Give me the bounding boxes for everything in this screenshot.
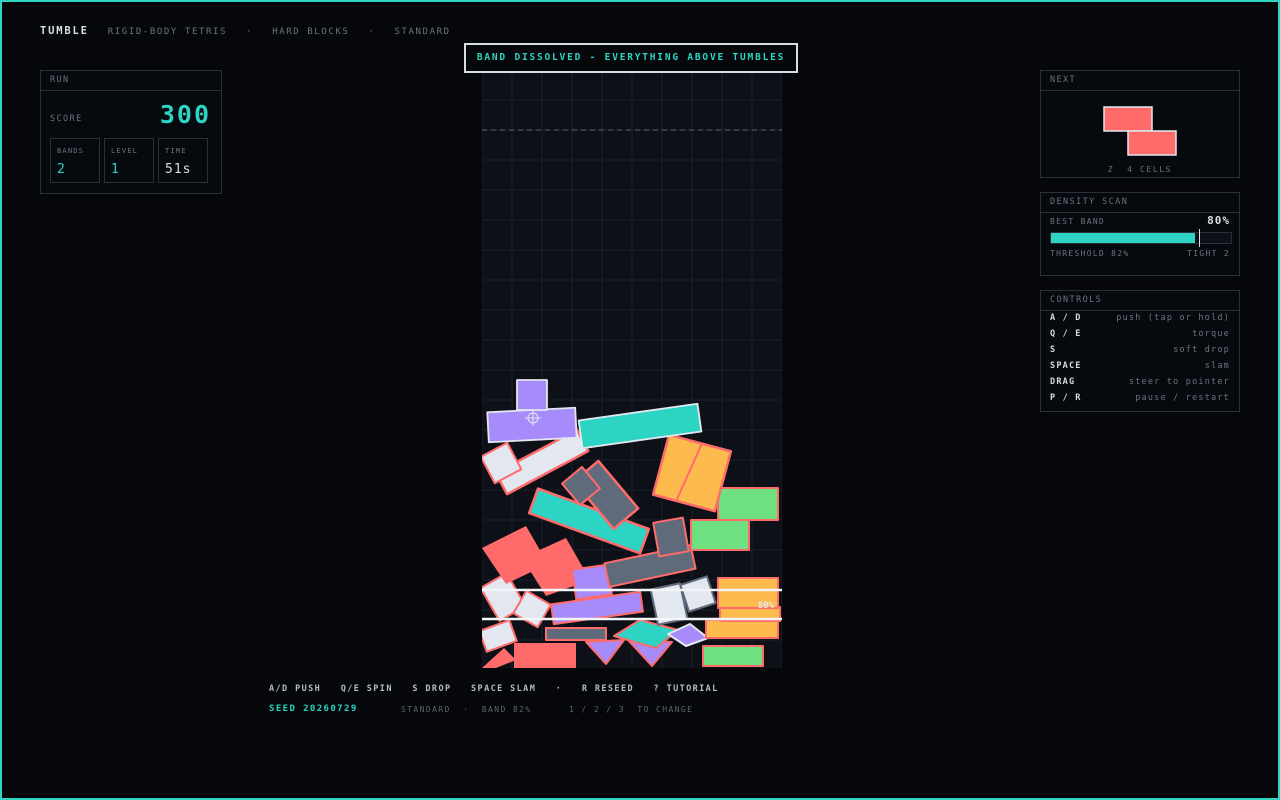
control-key: S xyxy=(1050,345,1057,355)
next-piece-name: Z xyxy=(1107,165,1115,174)
controls-panel-title: CONTROLS xyxy=(1041,291,1239,311)
status-banner: BAND DISSOLVED - EVERYTHING ABOVE TUMBLE… xyxy=(464,43,798,73)
level-value: 1 xyxy=(111,162,120,177)
time-stat: TIME 51s xyxy=(158,138,208,183)
title-separator: · xyxy=(368,27,376,37)
level-label: LEVEL xyxy=(111,147,139,155)
density-panel: DENSITY SCAN BEST BAND 80% THRESHOLD 82%… xyxy=(1040,192,1240,276)
time-label: TIME xyxy=(165,147,187,155)
control-key: SPACE xyxy=(1050,361,1082,371)
next-piece-preview xyxy=(1103,106,1177,156)
app-title: TUMBLE xyxy=(40,25,89,37)
control-action: push (tap or hold) xyxy=(1116,313,1230,323)
control-row: A / D push (tap or hold) xyxy=(1050,313,1230,325)
title-bar: TUMBLE RIGID-BODY TETRIS · HARD BLOCKS ·… xyxy=(40,25,451,37)
control-action: pause / restart xyxy=(1135,393,1230,403)
difficulty-label: HARD BLOCKS xyxy=(272,27,350,37)
next-panel-title: NEXT xyxy=(1041,71,1239,91)
mode-label: STANDARD xyxy=(394,27,451,37)
playfield-canvas[interactable]: 80% xyxy=(482,70,782,668)
best-band-percent: 80% xyxy=(1207,214,1230,227)
density-panel-title: DENSITY SCAN xyxy=(1041,193,1239,213)
control-key: Q / E xyxy=(1050,329,1082,339)
keyboard-help: A/D PUSH Q/E SPIN S DROP SPACE SLAM · R … xyxy=(269,684,719,694)
level-stat: LEVEL 1 xyxy=(104,138,154,183)
control-key: DRAG xyxy=(1050,377,1076,387)
control-action: soft drop xyxy=(1173,345,1230,355)
next-piece-cell xyxy=(1103,106,1153,132)
score-label: SCORE xyxy=(50,114,83,124)
control-action: steer to pointer xyxy=(1128,377,1230,387)
block-slate xyxy=(652,516,690,558)
score-value: 300 xyxy=(159,100,211,129)
run-panel: RUN SCORE 300 BANDS 2 LEVEL 1 TIME 51s xyxy=(40,70,222,194)
run-panel-title: RUN xyxy=(41,71,221,91)
block-orange xyxy=(705,619,779,639)
density-bar xyxy=(1050,229,1232,247)
change-mode-hint: 1 / 2 / 3 TO CHANGE xyxy=(569,705,694,714)
block-green xyxy=(717,487,779,521)
threshold-label: THRESHOLD 82% xyxy=(1050,249,1130,258)
tight-label: TIGHT 2 xyxy=(1187,249,1230,258)
seed-label[interactable]: SEED 20260729 xyxy=(269,704,358,714)
control-row: S soft drop xyxy=(1050,345,1230,357)
bands-stat: BANDS 2 xyxy=(50,138,100,183)
next-piece-caption: Z 4 CELLS xyxy=(1041,165,1239,174)
mode-info: STANDARD · BAND 82% xyxy=(401,705,532,714)
game-subtitle: RIGID-BODY TETRIS xyxy=(107,27,228,37)
controls-panel: CONTROLS A / D push (tap or hold) Q / E … xyxy=(1040,290,1240,412)
block-green xyxy=(702,645,764,667)
active-piece-violet[interactable] xyxy=(516,379,548,411)
density-bar-fill xyxy=(1051,233,1195,243)
control-row: SPACE slam xyxy=(1050,361,1230,373)
control-row: DRAG steer to pointer xyxy=(1050,377,1230,389)
control-action: torque xyxy=(1192,329,1230,339)
time-value: 51s xyxy=(165,162,192,177)
threshold-marker xyxy=(1198,229,1200,247)
bands-value: 2 xyxy=(57,162,66,177)
next-piece-cell xyxy=(1127,130,1177,156)
control-key: P / R xyxy=(1050,393,1082,403)
best-band-label: BEST BAND xyxy=(1050,217,1106,226)
block-coral xyxy=(514,643,576,668)
block-green xyxy=(690,519,750,551)
bands-label: BANDS xyxy=(57,147,85,155)
next-panel: NEXT Z 4 CELLS xyxy=(1040,70,1240,178)
next-piece-cells: 4 CELLS xyxy=(1127,165,1173,174)
control-row: Q / E torque xyxy=(1050,329,1230,341)
block-slate xyxy=(545,627,607,641)
playfield[interactable]: 80% xyxy=(482,70,782,668)
title-separator: · xyxy=(246,27,254,37)
control-key: A / D xyxy=(1050,313,1082,323)
band-density-label: 80% xyxy=(758,601,775,611)
control-row: P / R pause / restart xyxy=(1050,393,1230,405)
control-action: slam xyxy=(1204,361,1230,371)
